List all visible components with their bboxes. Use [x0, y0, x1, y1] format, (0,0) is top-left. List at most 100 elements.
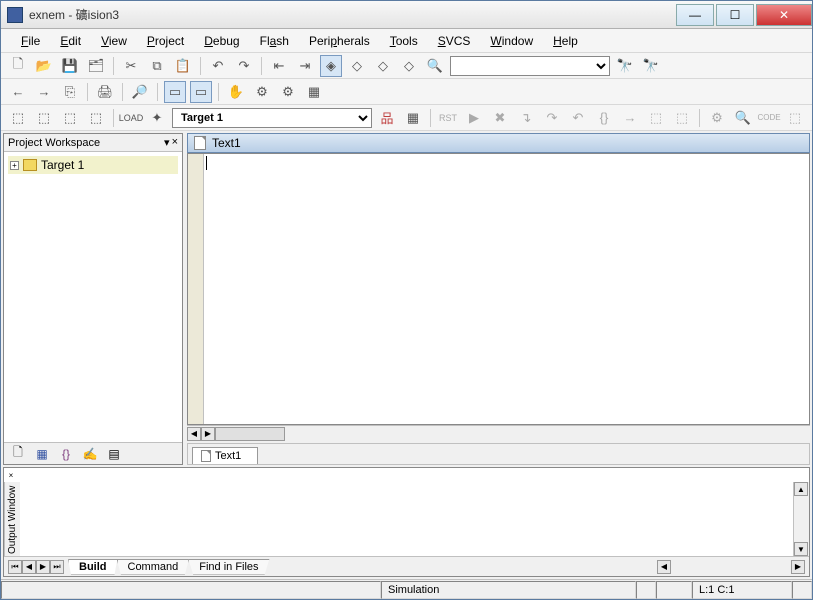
config-icon[interactable]: ⚙: [251, 81, 273, 103]
view-mode-2-icon[interactable]: ▭: [190, 81, 212, 103]
indent-icon[interactable]: ⇤: [268, 55, 290, 77]
breakpoint-1-icon[interactable]: ⬚: [645, 107, 667, 129]
open-file-icon[interactable]: 📂: [33, 55, 55, 77]
minimize-button[interactable]: —: [676, 4, 714, 26]
manage-targets-icon[interactable]: 品: [376, 107, 398, 129]
output-close-icon[interactable]: ×: [6, 470, 16, 480]
memory-icon[interactable]: ⬚: [784, 107, 806, 129]
output-scroll-left-icon[interactable]: ◀: [657, 560, 671, 574]
binoculars-icon[interactable]: 🔭: [614, 55, 636, 77]
search-combo[interactable]: [450, 56, 610, 76]
output-tab-build[interactable]: Build: [68, 559, 118, 575]
project-workspace-panel: Project Workspace ▾ × + Target 1 🗋 ▦: [3, 133, 183, 465]
breakpoint-2-icon[interactable]: ⬚: [671, 107, 693, 129]
menu-project[interactable]: Project: [139, 32, 192, 50]
target-combo[interactable]: Target 1: [172, 108, 372, 128]
options-icon[interactable]: ⚙: [277, 81, 299, 103]
target-options-icon[interactable]: ✦: [146, 107, 168, 129]
serial-icon[interactable]: ⚙: [706, 107, 728, 129]
bookmark-next-icon[interactable]: ◇: [346, 55, 368, 77]
menu-view[interactable]: View: [93, 32, 135, 50]
bookmark-icon[interactable]: ◈: [320, 55, 342, 77]
tree-root-node[interactable]: + Target 1: [8, 156, 178, 174]
hand-icon[interactable]: ✋: [225, 81, 247, 103]
menu-help[interactable]: Help: [545, 32, 586, 50]
menu-debug[interactable]: Debug: [196, 32, 247, 50]
cut-icon[interactable]: ✂: [120, 55, 142, 77]
run-icon[interactable]: ▶: [463, 107, 485, 129]
menu-peripherals[interactable]: Peripherals: [301, 32, 378, 50]
menu-tools[interactable]: Tools: [382, 32, 426, 50]
rebuild-icon[interactable]: ⬚: [33, 107, 55, 129]
menu-file[interactable]: File: [13, 32, 48, 50]
scroll-right-icon[interactable]: ▶: [201, 427, 215, 441]
debug-icon[interactable]: 🔎: [129, 81, 151, 103]
editor-hscrollbar[interactable]: ◀ ▶: [187, 425, 810, 441]
find-in-files-icon[interactable]: 🔭: [640, 55, 662, 77]
workspace-close-icon[interactable]: ×: [172, 136, 178, 149]
output-tab-next-icon[interactable]: ▶: [36, 560, 50, 574]
build-icon[interactable]: ⬚: [7, 107, 29, 129]
run-to-cursor-icon[interactable]: {}: [593, 107, 615, 129]
menu-edit[interactable]: Edit: [52, 32, 89, 50]
tools-icon[interactable]: ▦: [303, 81, 325, 103]
save-icon[interactable]: 💾: [59, 55, 81, 77]
output-scroll-right-icon[interactable]: ▶: [791, 560, 805, 574]
grid-icon[interactable]: ▦: [402, 107, 424, 129]
undo-icon[interactable]: ↶: [207, 55, 229, 77]
workspace-tree[interactable]: + Target 1: [4, 152, 182, 442]
ws-tab-templates-icon[interactable]: ✍: [80, 445, 100, 463]
output-hscrollbar[interactable]: ◀ ▶: [290, 560, 805, 574]
copy-icon[interactable]: ⧉: [146, 55, 168, 77]
forward-icon[interactable]: →: [33, 81, 55, 103]
paste-icon[interactable]: 📋: [172, 55, 194, 77]
view-mode-1-icon[interactable]: ▭: [164, 81, 186, 103]
output-tab-last-icon[interactable]: ⏭: [50, 560, 64, 574]
step-over-icon[interactable]: ↷: [541, 107, 563, 129]
output-scroll-down-icon[interactable]: ▼: [794, 542, 808, 556]
menu-flash[interactable]: Flash: [252, 32, 297, 50]
reset-cpu-icon[interactable]: RST: [437, 107, 459, 129]
outdent-icon[interactable]: ⇥: [294, 55, 316, 77]
download-icon[interactable]: LOAD: [120, 107, 142, 129]
output-tab-first-icon[interactable]: ⏮: [8, 560, 22, 574]
scroll-thumb[interactable]: [215, 427, 285, 441]
menu-window[interactable]: Window: [482, 32, 541, 50]
status-panel-6: [792, 581, 812, 599]
print-icon[interactable]: 🖨: [94, 81, 116, 103]
output-tab-findinfiles[interactable]: Find in Files: [188, 559, 269, 575]
find-icon[interactable]: 🔍: [424, 55, 446, 77]
scroll-left-icon[interactable]: ◀: [187, 427, 201, 441]
bookmark-prev-icon[interactable]: ◇: [372, 55, 394, 77]
ws-tab-functions-icon[interactable]: {}: [56, 445, 76, 463]
ws-tab-books-icon[interactable]: ▦: [32, 445, 52, 463]
output-scroll-up-icon[interactable]: ▲: [794, 482, 808, 496]
redo-icon[interactable]: ↷: [233, 55, 255, 77]
editor-tab-text1[interactable]: Text1: [192, 447, 258, 464]
step-into-icon[interactable]: ↴: [515, 107, 537, 129]
stop-build-icon[interactable]: ⬚: [85, 107, 107, 129]
new-file-icon[interactable]: 🗋: [7, 55, 29, 77]
tree-expand-icon[interactable]: +: [10, 161, 19, 170]
maximize-button[interactable]: ☐: [716, 4, 754, 26]
build-all-icon[interactable]: ⬚: [59, 107, 81, 129]
stop-icon[interactable]: ✖: [489, 107, 511, 129]
save-all-icon[interactable]: 🗂: [85, 55, 107, 77]
close-button[interactable]: ✕: [756, 4, 812, 26]
show-next-icon[interactable]: →: [619, 107, 641, 129]
ws-tab-files-icon[interactable]: 🗋: [8, 445, 28, 463]
workspace-pin-icon[interactable]: ▾: [164, 136, 170, 149]
output-vscrollbar[interactable]: ▲ ▼: [793, 482, 809, 556]
ws-tab-regs-icon[interactable]: ▤: [104, 445, 124, 463]
output-text-area[interactable]: [20, 482, 793, 556]
output-tab-command[interactable]: Command: [117, 559, 190, 575]
menu-svcs[interactable]: SVCS: [430, 32, 479, 50]
back-icon[interactable]: ←: [7, 81, 29, 103]
editor-text-input[interactable]: [204, 154, 809, 424]
code-icon[interactable]: CODE: [758, 107, 780, 129]
output-tab-prev-icon[interactable]: ◀: [22, 560, 36, 574]
analyzer-icon[interactable]: 🔍: [732, 107, 754, 129]
bookmark-clear-icon[interactable]: ◇: [398, 55, 420, 77]
bookmark-nav-icon[interactable]: ⎘: [59, 81, 81, 103]
step-out-icon[interactable]: ↶: [567, 107, 589, 129]
